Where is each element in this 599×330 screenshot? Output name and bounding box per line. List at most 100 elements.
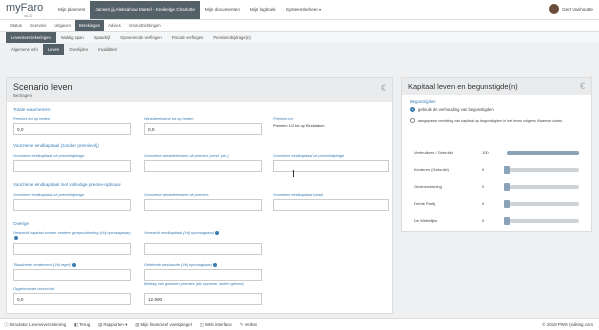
footer-simulator[interactable]: ⓘSimulator Levensverzekering: [4, 322, 66, 328]
radio-aangepast[interactable]: aangepaste verdeling van kapitaal op beg…: [410, 118, 562, 123]
panel-subtitle: Bedragen: [13, 93, 33, 98]
tab-leven[interactable]: Leven: [42, 44, 65, 55]
section-overige: Overige: [13, 221, 30, 226]
euro-icon: €: [380, 83, 386, 93]
premies-input[interactable]: 0,0: [13, 123, 131, 135]
slider-row: De Wettelijke 0: [414, 216, 584, 226]
o4-input[interactable]: [144, 269, 262, 281]
slider-handle[interactable]: [504, 183, 510, 191]
ek2-input[interactable]: [144, 160, 262, 172]
slider-handle[interactable]: [504, 217, 510, 225]
slider-name: Kinderen (Gebruikt): [414, 167, 449, 172]
tab-pensioen[interactable]: Pensioenbijdrage(n): [208, 32, 255, 43]
slider-track[interactable]: [507, 168, 579, 172]
o4-label-text: Geldende beslaande (Vrij opvraagbaar): [144, 262, 213, 267]
text-cursor: [293, 170, 295, 177]
ek3-input[interactable]: [273, 160, 389, 172]
ek1-label: Voorziene eindkapitaal uit premiebijdrag…: [13, 153, 85, 158]
footer-terug[interactable]: ◧Terug: [74, 322, 90, 328]
footer-verkst[interactable]: ✎Verkst: [240, 322, 257, 328]
v2-label: Voorziene winstdeelname uit premies: [144, 192, 209, 197]
slider-value: 0: [482, 201, 485, 206]
subnav-advies[interactable]: Advies: [104, 20, 125, 31]
slider-track[interactable]: [507, 202, 579, 206]
tab-opvoerende[interactable]: Opvoerende verfingen: [115, 32, 166, 43]
v3-input[interactable]: [273, 199, 389, 211]
sub-nav: Status Scenario Uitgaven Berekingen Advi…: [0, 20, 599, 32]
radio-button-checked[interactable]: [410, 107, 415, 112]
scenario-tabs: Algemene info Leven Overlijden Invalidit…: [0, 44, 599, 55]
slider-handle[interactable]: [504, 166, 510, 174]
app-logo[interactable]: myFaro v4.3: [6, 2, 43, 18]
o1-input[interactable]: [13, 243, 131, 255]
footer-verkst-label: Verkst: [244, 321, 257, 327]
o5-input[interactable]: 0,0: [13, 293, 131, 305]
right-panel-header: Kapitaal leven en begunstigde(n) €: [402, 78, 591, 95]
winstdeelname-input[interactable]: 0,0: [144, 123, 262, 135]
footer-web-label: Web interface: [204, 321, 232, 327]
subnav-uitgaven[interactable]: Uitgaven: [50, 20, 75, 31]
tab-invaliditeit[interactable]: Invaliditeit: [93, 44, 122, 55]
tab-spaarbijf[interactable]: Spaarbijf: [89, 32, 116, 43]
subnav-vooruitzichtingen[interactable]: Vooruitzichtingen: [125, 20, 165, 31]
nav-item-client[interactable]: Jansen jij Aleksahow Martel - Kreikelge …: [90, 1, 200, 19]
nav-item-documents[interactable]: Mijn documenten: [200, 1, 245, 19]
tab-fiscale[interactable]: Fiscale verfingen: [167, 32, 209, 43]
footer-web-interface[interactable]: ◫Web interface: [200, 322, 232, 328]
slider-track[interactable]: [507, 151, 579, 155]
v3-label: Voorziene eindkapitaal totaal: [273, 192, 323, 197]
footer-bar: ⓘSimulator Levensverzekering ◧Terug ▤Rap…: [0, 318, 599, 330]
slider-track[interactable]: [507, 185, 579, 189]
info-icon[interactable]: [213, 262, 218, 267]
ek1-input[interactable]: [13, 160, 131, 172]
radio-verhouding[interactable]: gebruik de verhouding van begunstigden: [410, 107, 494, 112]
subnav-berekingen[interactable]: Berekingen: [74, 20, 105, 31]
subnav-scenario[interactable]: Scenario: [26, 20, 51, 31]
slider-handle[interactable]: [504, 200, 510, 208]
o2-label: Verwacht eindkapitaal (Vrij opvraagbaar): [144, 230, 220, 235]
slider-value: 0: [482, 167, 485, 172]
nav-item-planners[interactable]: Mijn planners: [53, 1, 90, 19]
tab-waldig-span[interactable]: Waldig span: [56, 32, 89, 43]
user-name: Gert Vanhoutte: [562, 6, 593, 12]
slider-fill: [507, 151, 579, 155]
o6-input[interactable]: 12.900: [144, 293, 262, 305]
winstdeelname-label: Winstdeelname tot op heden: [144, 116, 194, 121]
section-winstdeelname: Voorziene eindkapitaal met volledige pre…: [13, 182, 121, 187]
v1-input[interactable]: [13, 199, 131, 211]
slider-row: Gezinsrekening 0: [414, 182, 584, 192]
tab-levensverzekeringen[interactable]: Levensverzekeringen: [6, 32, 56, 43]
subnav-status[interactable]: Status: [6, 20, 26, 31]
nav-item-systeembeheer[interactable]: Systeembeheer: [281, 1, 326, 19]
info-icon[interactable]: [71, 262, 76, 267]
info-icon[interactable]: [14, 235, 18, 240]
radio-verhouding-label: gebruik de verhouding van begunstigden: [418, 107, 494, 112]
logo-version: v4.3: [24, 13, 32, 18]
top-bar: myFaro v4.3 Mijn planners Jansen jij Ale…: [0, 0, 599, 20]
o3-input[interactable]: [13, 269, 131, 281]
o2-input[interactable]: [144, 243, 262, 255]
tool-icon: ✎: [239, 321, 244, 327]
slider-row: Kinderen (Gebruikt) 0: [414, 165, 584, 175]
footer-rapporten[interactable]: ▤Rapporten ▾: [98, 322, 127, 328]
tab-algemene-info[interactable]: Algemene info: [6, 44, 43, 55]
chart-icon: ▥: [135, 321, 140, 327]
footer-voetspiegel[interactable]: ▥Mijn financieel voetspiegel: [135, 322, 191, 328]
footer-terug-label: Terug: [79, 321, 91, 327]
slider-name: Derde Partij: [414, 201, 436, 206]
user-menu[interactable]: Gert Vanhoutte: [549, 4, 593, 14]
o4-label: Geldende beslaande (Vrij opvraagbaar): [144, 262, 218, 267]
radio-button-unchecked[interactable]: [410, 118, 415, 123]
slider-name: Verbruikers / Gebruikt: [414, 150, 453, 155]
info-icon[interactable]: [215, 230, 220, 235]
o1-label-text: Verwacht kapitaal zonder verdere groepsu…: [13, 230, 131, 235]
main-nav: Mijn planners Jansen jij Aleksahow Marte…: [53, 1, 326, 19]
o3-label: Totaalnetto rendement (Vrij regel): [13, 262, 76, 267]
v2-input[interactable]: [144, 199, 262, 211]
footer-simulator-label: Simulator Levensverzekering: [9, 321, 67, 327]
tab-overlijden[interactable]: Overlijden: [64, 44, 93, 55]
slider-track[interactable]: [507, 219, 579, 223]
nav-item-logbook[interactable]: Mijn logboek: [245, 1, 281, 19]
web-icon: ◫: [199, 321, 204, 327]
o3-label-text: Totaalnetto rendement (Vrij regel): [13, 262, 71, 267]
